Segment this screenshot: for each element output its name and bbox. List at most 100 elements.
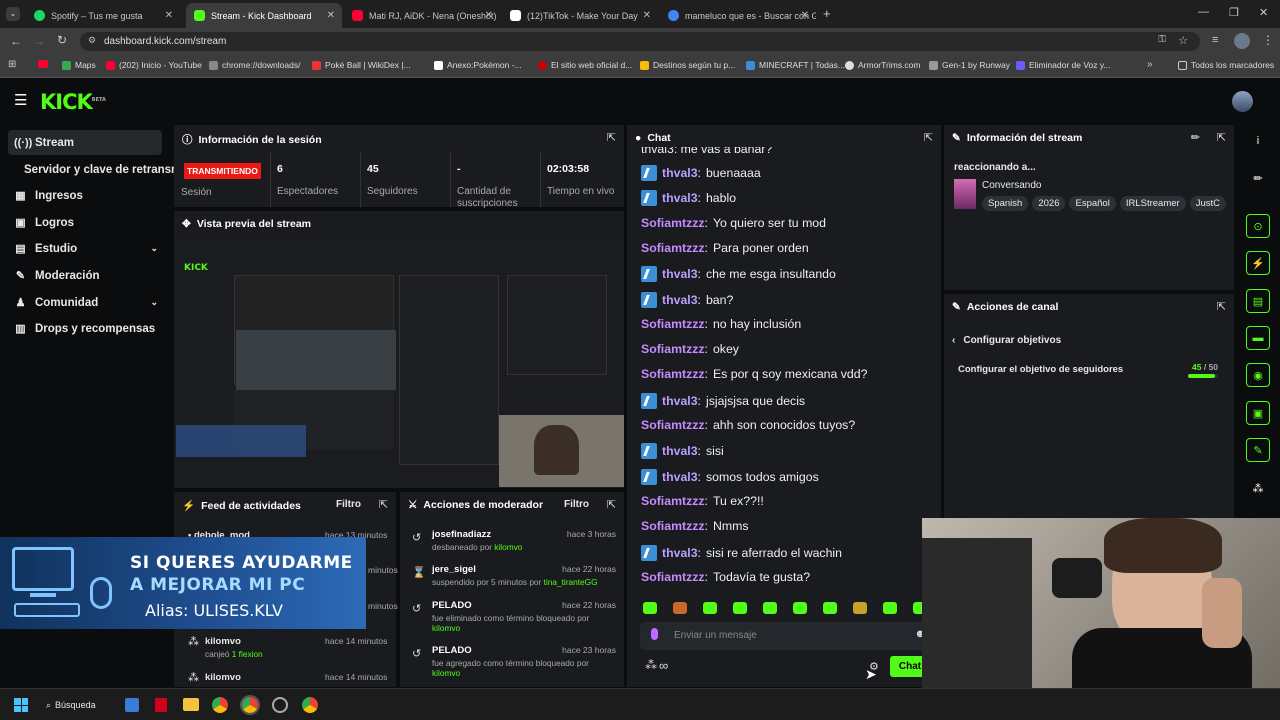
activity-filter-button[interactable]: Filtro <box>336 499 361 510</box>
tab-kick[interactable]: Stream - Kick Dashboard ✕ <box>186 3 342 28</box>
chat-icon[interactable]: ▬ <box>1246 326 1270 350</box>
close-icon[interactable]: ✕ <box>327 10 335 21</box>
info-icon[interactable]: i <box>1246 129 1270 153</box>
menu-icon[interactable]: ⋮ <box>1262 33 1274 47</box>
back-to-goals-button[interactable]: ‹ Configurar objetivos <box>952 335 1061 346</box>
bookmark-star-icon[interactable]: ☆ <box>1178 34 1188 47</box>
profile-avatar[interactable] <box>1234 33 1250 49</box>
close-icon[interactable]: ✕ <box>485 10 493 21</box>
camera-icon[interactable]: ⊙ <box>1246 214 1270 238</box>
chat-username[interactable]: Sofiamtzzz <box>641 317 705 331</box>
document-icon[interactable]: ▤ <box>1246 289 1270 313</box>
chat-username[interactable]: thval3 <box>662 470 698 484</box>
netflix-icon[interactable] <box>155 698 167 712</box>
minimize-icon[interactable]: — <box>1198 6 1209 18</box>
bookmark-youtube[interactable]: (202) Inicio - YouTube <box>106 60 202 70</box>
kick-logo[interactable]: KICKBETA <box>40 90 106 114</box>
close-icon[interactable]: ✕ <box>643 10 651 21</box>
sidebar-item-logros[interactable]: ▣ Logros <box>8 210 162 235</box>
chat-username[interactable]: Sofiamtzzz <box>641 342 705 356</box>
sidebar-item-server-key[interactable]: Servidor y clave de retransmisión <box>8 157 178 182</box>
expand-icon[interactable]: ⇱ <box>924 131 933 144</box>
hamburger-icon[interactable]: ☰ <box>14 91 27 109</box>
chat-username[interactable]: Sofiamtzzz <box>641 570 705 584</box>
expand-icon[interactable]: ⇱ <box>607 131 616 144</box>
media-icon[interactable]: ≡ <box>1212 34 1218 46</box>
windows-start-icon[interactable] <box>14 698 28 712</box>
expand-icon[interactable]: ⇱ <box>1217 131 1226 144</box>
site-info-icon[interactable]: ⚙ <box>88 35 96 46</box>
bolt-icon[interactable]: ⚡ <box>1246 251 1270 275</box>
close-icon[interactable]: ✕ <box>801 10 809 21</box>
sidebar-item-drops[interactable]: ▥ Drops y recompensas <box>8 316 162 341</box>
chat-username[interactable]: thval3 <box>662 191 698 205</box>
chevron-down-icon[interactable]: ⌄ <box>150 243 158 254</box>
bookmark-downloads[interactable]: chrome://downloads/ <box>209 60 300 70</box>
chat-username[interactable]: thval3 <box>662 166 698 180</box>
new-tab-icon[interactable]: + <box>823 6 831 21</box>
chrome-active-icon[interactable] <box>240 695 260 715</box>
close-icon[interactable]: ✕ <box>165 10 173 21</box>
chat-username[interactable]: Sofiamtzzz <box>641 519 705 533</box>
tag[interactable]: Spanish <box>982 196 1029 211</box>
broadcast-icon[interactable]: ◉ <box>1246 363 1270 387</box>
expand-icon[interactable]: ⇱ <box>1217 300 1226 313</box>
bookmark-minecraft[interactable]: MINECRAFT | Todas... <box>746 60 845 70</box>
bookmark-destinos[interactable]: Destinos según tu p... <box>640 60 735 70</box>
tag[interactable]: IRLStreamer <box>1119 196 1186 211</box>
chat-username[interactable]: Sofiamtzzz <box>641 418 705 432</box>
bookmark-eliminador[interactable]: Eliminador de Voz y... <box>1016 60 1111 70</box>
user-avatar[interactable] <box>1232 91 1253 112</box>
bookmark-pokeball[interactable]: Poké Ball | WikiDex |... <box>312 60 411 70</box>
tab-list-icon[interactable]: ⌄ <box>6 7 20 21</box>
sidebar-item-moderacion[interactable]: ✎ Moderación <box>8 263 162 288</box>
edit-icon[interactable]: ✏ <box>1246 166 1270 190</box>
mod-filter-button[interactable]: Filtro <box>564 499 589 510</box>
chat-username[interactable]: thval3 <box>662 444 698 458</box>
obs-icon[interactable] <box>272 697 288 713</box>
sidebar-item-comunidad[interactable]: ♟ Comunidad ⌄ <box>8 290 162 315</box>
stream-preview-video[interactable]: KICK <box>174 235 624 487</box>
tag[interactable]: JustC <box>1189 196 1226 211</box>
bookmark-anexo[interactable]: Anexo:Pokémon -... <box>434 60 522 70</box>
task-view-icon[interactable] <box>125 698 139 712</box>
explorer-icon[interactable] <box>183 698 199 711</box>
chrome-icon[interactable] <box>212 697 228 713</box>
chat-username[interactable]: thval3 <box>662 267 698 281</box>
goal-label[interactable]: Configurar el objetivo de seguidores <box>958 364 1123 375</box>
tab-tiktok[interactable]: (12)TikTok - Make Your Day ✕ <box>502 3 658 28</box>
more-bookmarks-icon[interactable]: » <box>1147 59 1153 70</box>
expand-icon[interactable]: ⇱ <box>379 498 388 511</box>
sidebar-item-estudio[interactable]: ▤ Estudio ⌄ <box>8 236 162 261</box>
youtube-bookmark-icon[interactable] <box>38 60 48 68</box>
mic-icon[interactable] <box>651 628 658 640</box>
archive-icon[interactable]: ▣ <box>1246 401 1270 425</box>
sidebar-item-stream[interactable]: ((·)) Stream <box>8 130 162 155</box>
sidebar-item-ingresos[interactable]: ▦ Ingresos <box>8 183 162 208</box>
chat-username[interactable]: Sofiamtzzz <box>641 216 705 230</box>
chat-username[interactable]: Sofiamtzzz <box>641 241 705 255</box>
points-icon[interactable]: ⁂ <box>1246 476 1270 500</box>
edit-icon[interactable]: ✏ <box>1191 131 1200 144</box>
url-field[interactable]: ⚙ dashboard.kick.com/stream ⚿ ☆ <box>80 32 1200 51</box>
tab-google[interactable]: mameluco que es - Buscar con G ✕ <box>660 3 816 28</box>
bookmark-runway[interactable]: Gen-1 by Runway <box>929 60 1010 70</box>
chevron-down-icon[interactable]: ⌄ <box>150 297 158 308</box>
wrench-icon[interactable]: ✎ <box>1246 438 1270 462</box>
tag[interactable]: Español <box>1069 196 1116 211</box>
chat-username[interactable]: Sofiamtzzz <box>641 494 705 508</box>
key-icon[interactable]: ⚿ <box>1158 34 1166 45</box>
restore-icon[interactable]: ❐ <box>1229 6 1239 19</box>
bookmark-maps[interactable]: Maps <box>62 60 96 70</box>
points-icon[interactable]: ⁂ <box>645 658 657 672</box>
chrome-profile-icon[interactable] <box>302 697 318 713</box>
bookmark-all[interactable]: Todos los marcadores <box>1178 60 1274 70</box>
tag[interactable]: 2026 <box>1032 196 1066 211</box>
reload-icon[interactable]: ↻ <box>57 33 67 47</box>
chat-username[interactable]: thval3 <box>662 546 698 560</box>
forward-icon[interactable]: → <box>33 34 45 48</box>
bookmark-sitio-oficial[interactable]: El sitio web oficial d... <box>538 60 632 70</box>
tab-spotify[interactable]: Spotify – Tus me gusta ✕ <box>26 3 180 28</box>
bookmark-armortrims[interactable]: ArmorTrims.com <box>845 60 920 70</box>
back-icon[interactable]: ← <box>10 34 22 48</box>
